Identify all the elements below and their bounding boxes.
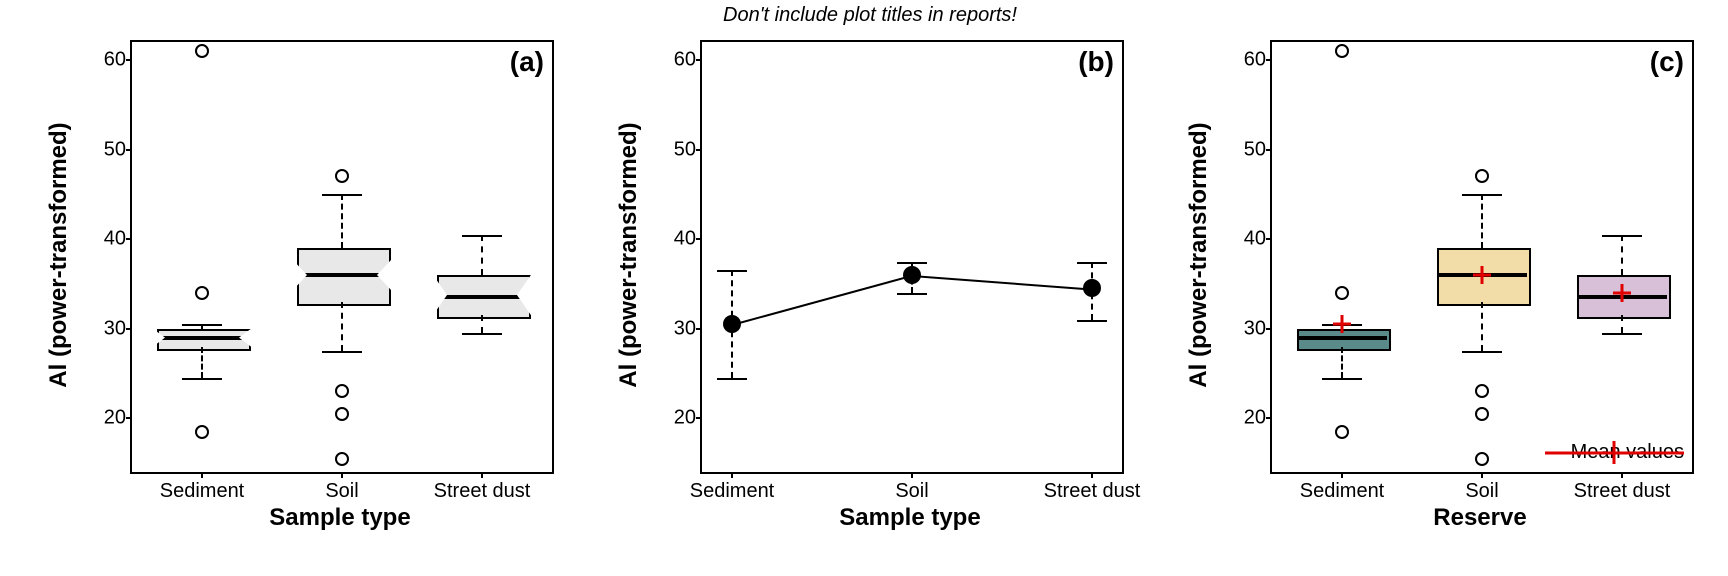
ytick: 50 bbox=[674, 138, 696, 161]
x-axis-label: Sample type bbox=[130, 504, 550, 532]
outlier bbox=[335, 384, 349, 398]
xtick: Street dust bbox=[1044, 480, 1141, 503]
median-sediment bbox=[157, 336, 247, 340]
outlier bbox=[335, 452, 349, 466]
outlier bbox=[335, 407, 349, 421]
panel-b: Al (power-transformed) (b) 20 30 40 50 6… bbox=[610, 30, 1130, 530]
xtick: Sediment bbox=[1300, 480, 1385, 503]
outlier bbox=[1475, 384, 1489, 398]
xtick: Soil bbox=[1465, 480, 1498, 503]
plot-area-c: (c) 20 30 40 50 60 Sediment Soil Street … bbox=[1270, 40, 1694, 474]
median-streetdust bbox=[437, 295, 527, 299]
plot-area-a: (a) 20 30 40 50 60 Sediment Soil Street … bbox=[130, 40, 554, 474]
ytick: 60 bbox=[1244, 48, 1266, 71]
line-segment bbox=[912, 275, 1092, 291]
x-axis-label: Sample type bbox=[700, 504, 1120, 532]
outlier bbox=[335, 169, 349, 183]
point-sediment bbox=[723, 315, 741, 333]
outlier bbox=[1335, 425, 1349, 439]
outlier bbox=[1475, 407, 1489, 421]
xtick: Street dust bbox=[1574, 480, 1671, 503]
xtick: Soil bbox=[895, 480, 928, 503]
outlier bbox=[195, 425, 209, 439]
plus-icon bbox=[1545, 444, 1563, 462]
y-axis-label: Al (power-transformed) bbox=[45, 40, 75, 470]
panel-letter: (c) bbox=[1650, 46, 1684, 78]
x-axis-label: Reserve bbox=[1270, 504, 1690, 532]
outlier bbox=[1335, 44, 1349, 58]
ytick: 30 bbox=[104, 317, 126, 340]
mean-marker bbox=[1473, 266, 1491, 284]
ytick: 40 bbox=[674, 228, 696, 251]
point-streetdust bbox=[1083, 279, 1101, 297]
ytick: 20 bbox=[674, 407, 696, 430]
ytick: 60 bbox=[674, 48, 696, 71]
ytick: 20 bbox=[1244, 407, 1266, 430]
xtick: Sediment bbox=[690, 480, 775, 503]
median-sediment bbox=[1297, 336, 1387, 340]
median-soil bbox=[297, 273, 387, 277]
y-axis-label: Al (power-transformed) bbox=[615, 40, 645, 470]
figure-note: Don't include plot titles in reports! bbox=[610, 4, 1130, 27]
outlier bbox=[195, 44, 209, 58]
y-axis-label: Al (power-transformed) bbox=[1185, 40, 1215, 470]
panel-c: Al (power-transformed) (c) 20 30 40 50 6… bbox=[1180, 30, 1700, 530]
ytick: 30 bbox=[1244, 317, 1266, 340]
figure: Don't include plot titles in reports! Al… bbox=[0, 0, 1728, 576]
line-segment bbox=[732, 275, 913, 326]
mean-marker bbox=[1613, 284, 1631, 302]
legend: Mean values bbox=[1545, 441, 1684, 464]
plot-area-b: (b) 20 30 40 50 60 Sediment Soil Street … bbox=[700, 40, 1124, 474]
ytick: 30 bbox=[674, 317, 696, 340]
outlier bbox=[195, 286, 209, 300]
mean-marker bbox=[1333, 315, 1351, 333]
ytick: 40 bbox=[1244, 228, 1266, 251]
xtick: Sediment bbox=[160, 480, 245, 503]
ytick: 50 bbox=[104, 138, 126, 161]
xtick: Street dust bbox=[434, 480, 531, 503]
panel-letter: (b) bbox=[1078, 46, 1114, 78]
outlier bbox=[1335, 286, 1349, 300]
panel-letter: (a) bbox=[510, 46, 544, 78]
xtick: Soil bbox=[325, 480, 358, 503]
ytick: 20 bbox=[104, 407, 126, 430]
ytick: 40 bbox=[104, 228, 126, 251]
box-soil bbox=[297, 248, 391, 306]
point-soil bbox=[903, 266, 921, 284]
ytick: 60 bbox=[104, 48, 126, 71]
panel-a: Al (power-transformed) (a) 20 30 40 50 6… bbox=[40, 30, 560, 530]
ytick: 50 bbox=[1244, 138, 1266, 161]
outlier bbox=[1475, 452, 1489, 466]
outlier bbox=[1475, 169, 1489, 183]
